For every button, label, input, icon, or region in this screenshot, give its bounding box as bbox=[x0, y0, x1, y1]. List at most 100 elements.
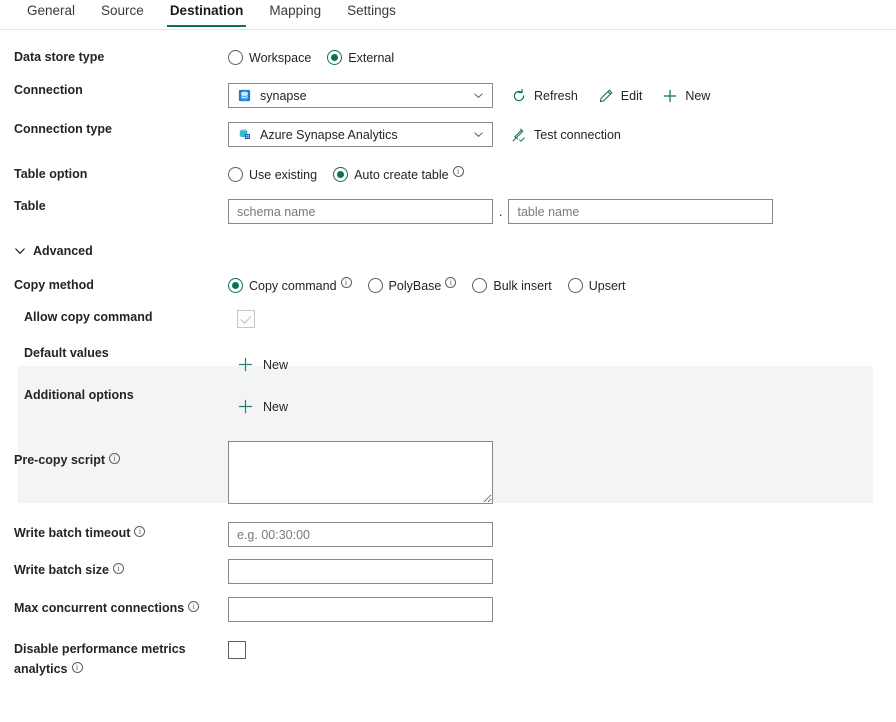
radio-external[interactable]: External bbox=[327, 50, 394, 65]
radio-label: External bbox=[348, 50, 395, 65]
sql-database-icon bbox=[237, 88, 252, 103]
disable-perf-metrics-text: Disable performance metrics analytics bbox=[14, 642, 186, 676]
radio-upsert[interactable]: Upsert bbox=[567, 278, 626, 293]
table-name-placeholder: table name bbox=[517, 204, 580, 219]
refresh-icon bbox=[511, 88, 527, 104]
chevron-down-icon bbox=[473, 129, 484, 140]
refresh-button[interactable]: Refresh bbox=[511, 88, 578, 104]
copy-method-radio-group: Copy command i PolyBase i Bulk insert Up… bbox=[228, 277, 642, 293]
write-batch-timeout-input[interactable]: e.g. 00:30:00 bbox=[228, 522, 493, 547]
pre-copy-script-textarea[interactable] bbox=[228, 441, 493, 504]
connection-value: synapse bbox=[260, 88, 307, 103]
destination-form: Data store type Workspace External Conne… bbox=[0, 50, 896, 679]
tab-source[interactable]: Source bbox=[88, 0, 157, 27]
connection-type-dropdown[interactable]: Azure Synapse Analytics bbox=[228, 122, 493, 147]
radio-label: Bulk insert bbox=[493, 278, 552, 293]
max-concurrent-connections-input[interactable] bbox=[228, 597, 493, 622]
max-concurrent-connections-text: Max concurrent connections bbox=[14, 601, 185, 615]
radio-use-existing[interactable]: Use existing bbox=[228, 167, 317, 182]
info-icon[interactable]: i bbox=[188, 601, 200, 612]
write-batch-size-input[interactable] bbox=[228, 559, 493, 584]
row-write-batch-size: Write batch size i bbox=[0, 559, 896, 584]
radio-indicator bbox=[472, 278, 488, 293]
row-disable-perf-metrics: Disable performance metrics analytics i bbox=[0, 639, 896, 679]
advanced-toggle[interactable]: Advanced bbox=[0, 244, 93, 258]
connection-dropdown[interactable]: synapse bbox=[228, 83, 493, 108]
edit-label: Edit bbox=[620, 88, 643, 103]
info-icon[interactable]: i bbox=[71, 662, 83, 673]
new-connection-button[interactable]: New bbox=[662, 88, 710, 104]
pencil-icon bbox=[598, 88, 614, 104]
info-icon[interactable]: i bbox=[452, 166, 464, 177]
row-table: Table schema name . table name bbox=[0, 199, 896, 224]
row-default-values: Default values New bbox=[0, 346, 896, 373]
label-allow-copy-command: Allow copy command bbox=[24, 310, 153, 324]
row-allow-copy-command: Allow copy command bbox=[0, 310, 896, 328]
radio-copy-command[interactable]: Copy command i bbox=[228, 277, 352, 293]
table-option-radio-group: Use existing Auto create table i bbox=[228, 166, 480, 182]
radio-label: Workspace bbox=[249, 50, 312, 65]
row-write-batch-timeout: Write batch timeout i e.g. 00:30:00 bbox=[0, 522, 896, 547]
info-icon[interactable]: i bbox=[134, 526, 146, 537]
label-table: Table bbox=[14, 199, 46, 213]
add-additional-option-button[interactable]: New bbox=[237, 398, 288, 415]
radio-indicator bbox=[228, 278, 243, 293]
table-name-input[interactable]: table name bbox=[508, 199, 774, 224]
label-disable-perf-metrics: Disable performance metrics analytics i bbox=[0, 639, 228, 679]
radio-label: Auto create table bbox=[354, 167, 449, 182]
row-table-option: Table option Use existing Auto create ta… bbox=[0, 166, 896, 182]
schema-name-placeholder: schema name bbox=[237, 204, 316, 219]
radio-polybase[interactable]: PolyBase i bbox=[367, 277, 457, 293]
tab-settings[interactable]: Settings bbox=[334, 0, 409, 27]
info-icon[interactable]: i bbox=[445, 277, 457, 288]
connection-command-bar: Refresh Edit New bbox=[511, 88, 730, 104]
test-connection-command-bar: Test connection bbox=[511, 127, 641, 143]
add-default-value-button[interactable]: New bbox=[237, 356, 288, 373]
plug-check-icon bbox=[511, 127, 527, 143]
add-default-value-label: New bbox=[263, 357, 289, 372]
radio-label: Upsert bbox=[588, 278, 626, 293]
radio-bulk-insert[interactable]: Bulk insert bbox=[472, 278, 552, 293]
advanced-label: Advanced bbox=[33, 244, 93, 258]
refresh-label: Refresh bbox=[534, 88, 578, 103]
row-connection: Connection synapse Refresh Edit New bbox=[0, 83, 896, 108]
table-separator: . bbox=[499, 204, 503, 219]
plus-icon bbox=[662, 88, 678, 104]
plus-icon bbox=[237, 356, 254, 373]
info-icon[interactable]: i bbox=[112, 563, 124, 574]
tab-strip: General Source Destination Mapping Setti… bbox=[0, 0, 896, 30]
radio-auto-create-table[interactable]: Auto create table i bbox=[333, 166, 464, 182]
schema-name-input[interactable]: schema name bbox=[228, 199, 493, 224]
row-max-concurrent-connections: Max concurrent connections i bbox=[0, 597, 896, 622]
row-data-store-type: Data store type Workspace External bbox=[0, 50, 896, 65]
label-default-values: Default values bbox=[24, 346, 109, 360]
edit-button[interactable]: Edit bbox=[598, 88, 643, 104]
write-batch-timeout-text: Write batch timeout bbox=[14, 526, 131, 540]
allow-copy-command-checkbox bbox=[237, 310, 255, 328]
label-table-option: Table option bbox=[14, 167, 88, 181]
radio-label: Copy command bbox=[249, 278, 337, 293]
test-connection-label: Test connection bbox=[534, 127, 621, 142]
test-connection-button[interactable]: Test connection bbox=[511, 127, 621, 143]
radio-indicator bbox=[333, 167, 349, 182]
label-write-batch-timeout: Write batch timeout i bbox=[0, 526, 228, 541]
radio-label: Use existing bbox=[249, 167, 318, 182]
radio-indicator bbox=[567, 278, 583, 293]
tab-general[interactable]: General bbox=[14, 0, 88, 27]
new-label: New bbox=[685, 88, 711, 103]
write-batch-timeout-placeholder: e.g. 00:30:00 bbox=[237, 527, 310, 542]
chevron-down-icon bbox=[473, 90, 484, 101]
info-icon[interactable]: i bbox=[109, 453, 121, 464]
tab-destination[interactable]: Destination bbox=[157, 0, 257, 27]
radio-label: PolyBase bbox=[388, 278, 442, 293]
label-copy-method: Copy method bbox=[14, 278, 94, 292]
info-icon[interactable]: i bbox=[340, 277, 352, 288]
label-additional-options: Additional options bbox=[24, 388, 134, 402]
tab-mapping[interactable]: Mapping bbox=[256, 0, 334, 27]
radio-workspace[interactable]: Workspace bbox=[228, 50, 311, 65]
write-batch-size-text: Write batch size bbox=[14, 563, 109, 577]
data-store-type-radio-group: Workspace External bbox=[228, 50, 410, 65]
disable-perf-metrics-checkbox[interactable] bbox=[228, 641, 246, 659]
row-additional-options: Additional options New bbox=[0, 388, 896, 415]
label-connection: Connection bbox=[14, 83, 83, 97]
